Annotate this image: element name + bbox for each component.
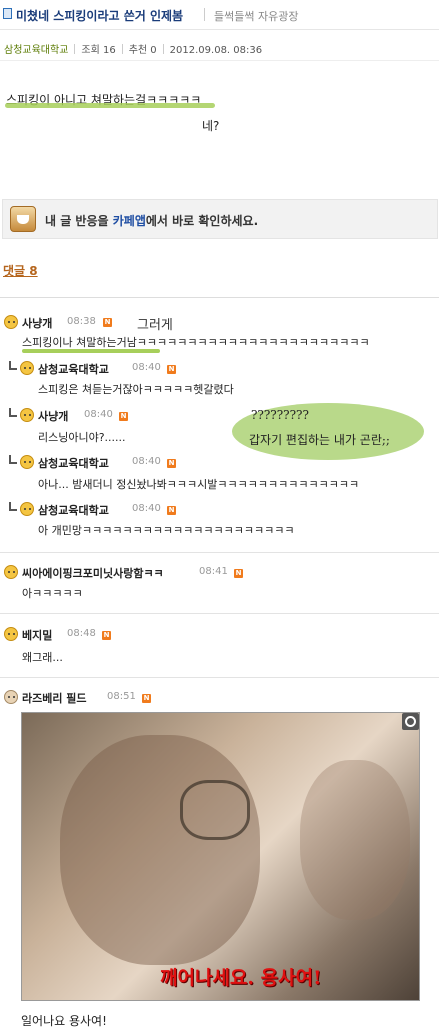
post-meta: 삼청교육대학교 조회 16 추천 0 2012.09.08. 08:36 — [4, 41, 262, 56]
comment-text: 스피킹이나 쳐말하는거남ㅋㅋㅋㅋㅋㅋㅋㅋㅋㅋㅋㅋㅋㅋㅋㅋㅋㅋㅋㅋㅋㅋㅋ — [22, 336, 370, 349]
new-badge-icon: N — [234, 569, 243, 578]
comment-text: 아 개민망ㅋㅋㅋㅋㅋㅋㅋㅋㅋㅋㅋㅋㅋㅋㅋㅋㅋㅋㅋㅋㅋ — [38, 524, 295, 537]
cafe-app-link[interactable]: 카페앱 — [113, 214, 146, 228]
new-badge-icon: N — [119, 412, 128, 421]
comment-nick[interactable]: 씨아에이핑크포미닛사랑함ㅋㅋ — [22, 565, 164, 581]
cafe-banner-text: 내 글 반응을 카페앱에서 바로 확인하세요. — [45, 214, 259, 228]
new-badge-icon: N — [142, 694, 151, 703]
board-name[interactable]: 들썩들썩 자유광장 — [214, 8, 298, 24]
recommend-count: 추천 0 — [128, 45, 157, 56]
comment-text: 왜그래... — [22, 651, 63, 664]
user-avatar-icon — [20, 502, 34, 516]
comment-nick[interactable]: 삼청교육대학교 — [38, 455, 109, 471]
user-avatar-icon — [4, 690, 18, 704]
post-title[interactable]: 미쳤네 스피킹이라고 쓴거 인제봄 — [16, 7, 183, 24]
comment-text: 스피킹은 쳐듣는거잖아ㅋㅋㅋㅋㅋ헷갈렸다 — [38, 383, 234, 396]
new-badge-icon: N — [102, 631, 111, 640]
user-avatar-icon — [4, 565, 18, 579]
photo-figure — [60, 735, 260, 965]
comment-nick[interactable]: 삼청교육대학교 — [38, 361, 109, 377]
reply-arrow-icon — [9, 361, 17, 370]
user-avatar-icon — [4, 315, 18, 329]
comment-nick[interactable]: 라즈베리 필드 — [22, 690, 87, 706]
comment-text: 리스닝아니야?...... — [38, 431, 126, 444]
comment-text: 아ㅋㅋㅋㅋㅋ — [22, 587, 83, 600]
user-avatar-icon — [20, 408, 34, 422]
comment-nick[interactable]: 사냥개 — [22, 315, 52, 331]
reply-arrow-icon — [9, 455, 17, 464]
cafe-app-icon — [10, 206, 36, 232]
comment-time: 08:48 — [67, 628, 96, 639]
comment-text: 아나... 밤새더니 정신놨나봐ㅋㅋㅋ시발ㅋㅋㅋㅋㅋㅋㅋㅋㅋㅋㅋㅋㅋㅋ — [38, 478, 360, 491]
photo-caption: 깨어나세요. 용사여! — [160, 967, 322, 989]
comment-time: 08:51 — [107, 691, 136, 702]
comment-time: 08:40 — [84, 409, 113, 420]
divider — [0, 60, 439, 61]
reply-arrow-icon — [9, 408, 17, 417]
comment-time: 08:41 — [199, 566, 228, 577]
post-author[interactable]: 삼청교육대학교 — [4, 45, 68, 56]
comment-time: 08:40 — [132, 456, 161, 467]
new-badge-icon: N — [167, 459, 176, 468]
title-divider — [204, 8, 205, 21]
handwritten-note: 그러게 — [137, 318, 173, 333]
document-icon — [3, 8, 12, 19]
highlight-underline — [5, 103, 215, 108]
new-badge-icon: N — [103, 318, 112, 327]
zoom-icon[interactable] — [402, 713, 419, 730]
reply-arrow-icon — [9, 502, 17, 511]
comment-nick[interactable]: 삼청교육대학교 — [38, 502, 109, 518]
new-badge-icon: N — [167, 365, 176, 374]
post-body-line: 네? — [202, 119, 220, 133]
view-count: 조회 16 — [81, 45, 116, 56]
photo-glasses — [180, 780, 250, 840]
user-avatar-icon — [4, 627, 18, 641]
divider — [0, 613, 439, 614]
handwritten-note: ????????? — [251, 408, 309, 422]
user-avatar-icon — [20, 361, 34, 375]
comment-time: 08:38 — [67, 316, 96, 327]
comment-nick[interactable]: 베지밀 — [22, 627, 52, 643]
post-datetime: 2012.09.08. 08:36 — [169, 45, 263, 56]
comment-time: 08:40 — [132, 362, 161, 373]
comment-time: 08:40 — [132, 503, 161, 514]
handwritten-note: 갑자기 편집하는 내가 곤란;; — [249, 433, 390, 447]
divider — [0, 677, 439, 678]
divider — [0, 297, 439, 298]
comment-nick[interactable]: 사냥개 — [38, 408, 68, 424]
new-badge-icon: N — [167, 506, 176, 515]
comments-count-link[interactable]: 댓글 8 — [3, 262, 38, 279]
highlight-underline — [22, 349, 160, 353]
user-avatar-icon — [20, 455, 34, 469]
photo-figure — [300, 760, 410, 920]
comment-text: 일어나요 용사여! — [21, 1014, 107, 1028]
divider — [0, 552, 439, 553]
